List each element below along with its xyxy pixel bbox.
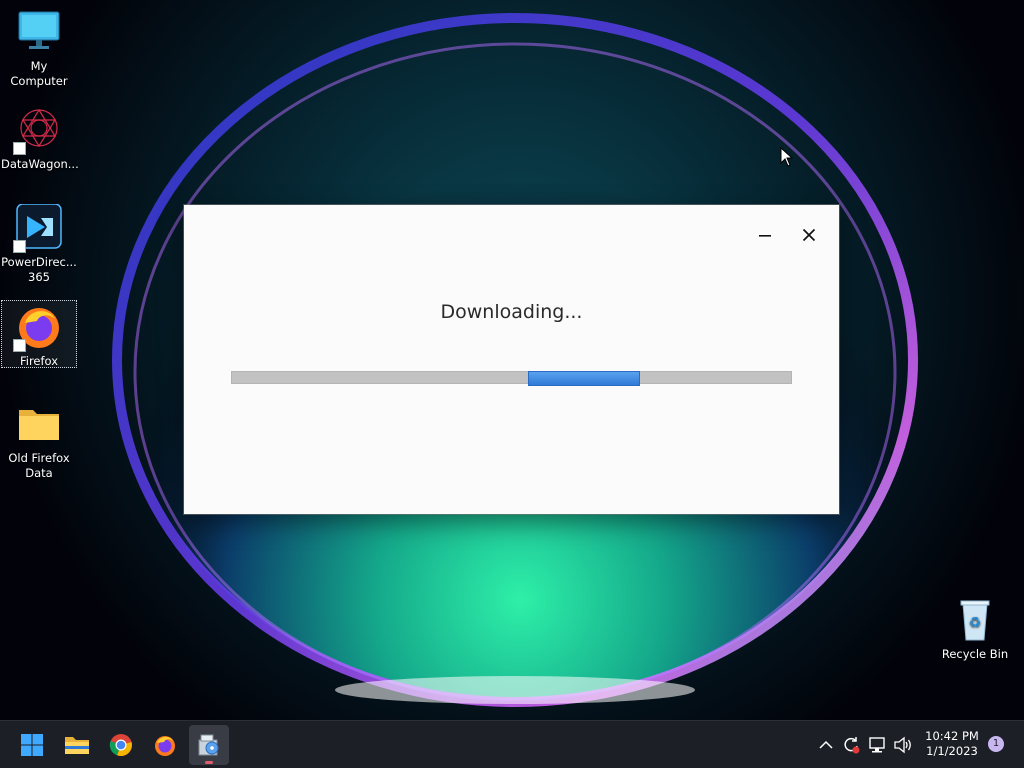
desktop-icon-my-computer[interactable]: My Computer (1, 8, 77, 89)
taskbar-installer[interactable] (189, 725, 229, 765)
clock-date: 1/1/2023 (926, 744, 978, 758)
notification-badge[interactable]: 1 (988, 736, 1004, 752)
desktop-icon-label: My Computer (10, 59, 68, 88)
installer-icon (198, 734, 219, 756)
shortcut-arrow-icon (13, 339, 26, 352)
firefox-icon (13, 303, 63, 352)
start-icon (21, 734, 43, 756)
close-icon (802, 228, 816, 242)
desktop-icon-label: Recycle Bin (941, 647, 1009, 661)
recycle-bin-icon: ♻ (951, 596, 999, 644)
download-progress-bar (231, 371, 792, 386)
desktop-icon-recycle-bin[interactable]: ♻ Recycle Bin (937, 596, 1013, 662)
desktop-icon-old-firefox-data[interactable]: Old Firefox Data (1, 400, 77, 481)
shortcut-arrow-icon (13, 142, 26, 155)
desktop-icon-label: PowerDirec... 365 (1, 255, 77, 284)
active-app-indicator (205, 761, 213, 764)
monitor-icon (15, 8, 63, 56)
minimize-button[interactable] (745, 219, 785, 251)
taskbar-firefox[interactable] (145, 725, 185, 765)
chrome-icon (109, 734, 132, 757)
close-button[interactable] (789, 219, 829, 251)
firefox-icon (155, 736, 175, 756)
sync-status-button[interactable] (841, 735, 861, 755)
download-dialog: Downloading... (184, 205, 839, 514)
taskbar-chrome[interactable] (101, 725, 141, 765)
taskbar-clock[interactable]: 10:42 PM 1/1/2023 (920, 729, 984, 759)
shortcut-arrow-icon (13, 240, 26, 253)
start-button[interactable] (12, 725, 52, 765)
desktop-icon-label: Firefox (19, 354, 59, 368)
datawagon-icon (13, 106, 63, 155)
chevron-up-icon (819, 740, 833, 749)
svg-text:♻: ♻ (969, 615, 982, 631)
progress-marquee-chunk (528, 371, 640, 386)
desktop-icon-label: Old Firefox Data (8, 451, 70, 480)
clock-time: 10:42 PM (925, 729, 979, 743)
volume-icon (894, 736, 911, 754)
network-icon (869, 737, 885, 753)
desktop-icon-datawagon[interactable]: DataWagon... (1, 106, 79, 172)
powerdirector-icon (13, 203, 63, 253)
volume-button[interactable] (893, 735, 913, 755)
taskbar-file-explorer[interactable] (57, 725, 97, 765)
mouse-cursor-icon (780, 147, 794, 167)
sync-icon (844, 737, 860, 754)
folder-icon (15, 400, 63, 448)
taskbar: 10:42 PM 1/1/2023 (0, 720, 1024, 768)
desktop-icon-label: DataWagon... (1, 157, 79, 171)
desktop-icon-firefox[interactable]: Firefox (1, 300, 77, 368)
desktop-icon-powerdirector[interactable]: PowerDirec... 365 (1, 203, 77, 285)
show-hidden-icons-button[interactable] (816, 735, 836, 755)
file-explorer-icon (65, 737, 89, 754)
download-status-text: Downloading... (440, 301, 583, 323)
minimize-icon (759, 235, 771, 237)
network-button[interactable] (868, 735, 888, 755)
